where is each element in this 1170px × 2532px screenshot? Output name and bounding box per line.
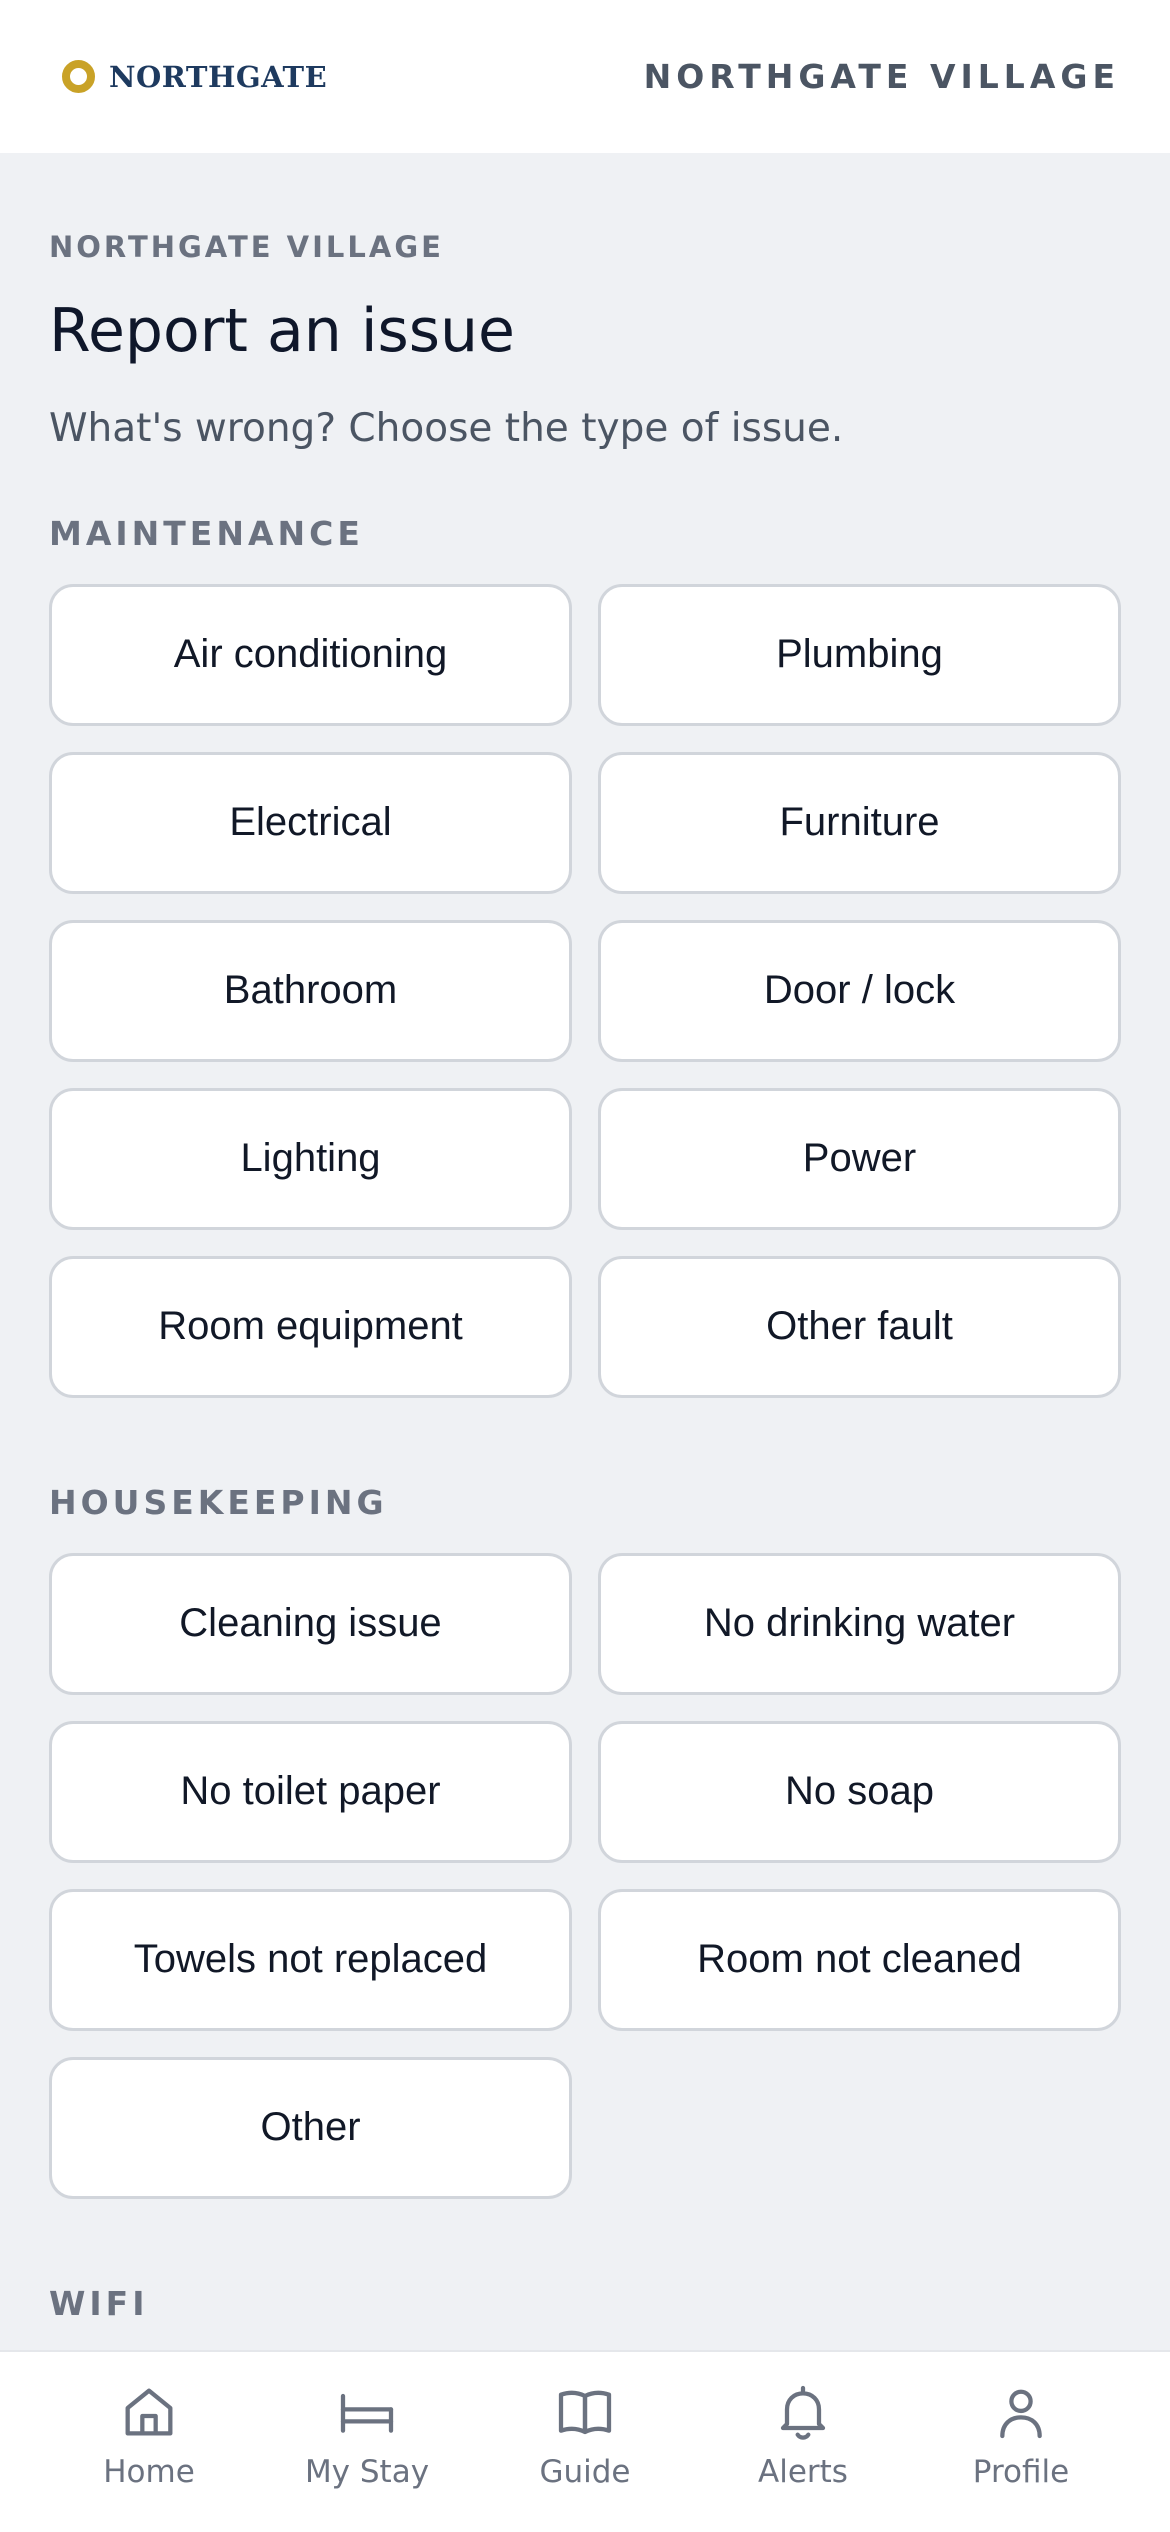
nav-label-home: Home <box>103 2454 195 2490</box>
issue-option-no-toilet-paper[interactable]: No toilet paper <box>49 1720 572 1863</box>
home-icon <box>125 2388 173 2436</box>
bed-icon <box>340 2393 394 2433</box>
issue-option-no-drinking-water[interactable]: No drinking water <box>598 1552 1121 1695</box>
issue-option-room-equipment[interactable]: Room equipment <box>49 1255 572 1398</box>
logo-ring-icon <box>62 60 95 93</box>
housekeeping-options-grid: Cleaning issue No drinking water No toil… <box>49 1552 1121 2199</box>
issue-option-plumbing[interactable]: Plumbing <box>598 583 1121 726</box>
issue-option-electrical[interactable]: Electrical <box>49 751 572 894</box>
nav-label-guide: Guide <box>539 2454 631 2490</box>
issue-option-bathroom[interactable]: Bathroom <box>49 919 572 1062</box>
issue-option-towels-not-replaced[interactable]: Towels not replaced <box>49 1888 572 2031</box>
nav-item-my-stay[interactable]: My Stay <box>277 2352 457 2490</box>
issue-option-air-conditioning[interactable]: Air conditioning <box>49 583 572 726</box>
brand-logo[interactable]: NORTHGATE <box>62 60 327 94</box>
logo-text: NORTHGATE <box>109 59 328 94</box>
nav-item-alerts[interactable]: Alerts <box>713 2352 893 2490</box>
nav-label-alerts: Alerts <box>758 2454 848 2490</box>
app-header: NORTHGATE NORTHGATE VILLAGE <box>0 0 1170 153</box>
issue-option-lighting[interactable]: Lighting <box>49 1087 572 1230</box>
issue-option-other[interactable]: Other <box>49 2056 572 2199</box>
issue-option-cleaning-issue[interactable]: Cleaning issue <box>49 1552 572 1695</box>
page-eyebrow: NORTHGATE VILLAGE <box>49 230 444 264</box>
bell-icon <box>780 2385 826 2440</box>
nav-item-profile[interactable]: Profile <box>931 2352 1111 2490</box>
section-label-wifi: WIFI <box>49 2283 149 2323</box>
nav-label-profile: Profile <box>972 2454 1070 2490</box>
issue-option-door-lock[interactable]: Door / lock <box>598 919 1121 1062</box>
page-subtitle: What's wrong? Choose the type of issue. <box>49 406 844 451</box>
main-content[interactable]: NORTHGATE VILLAGE Report an issue What's… <box>0 153 1170 2350</box>
section-label-maintenance: MAINTENANCE <box>49 513 364 553</box>
maintenance-options-grid: Air conditioning Plumbing Electrical Fur… <box>49 583 1121 1398</box>
issue-option-no-soap[interactable]: No soap <box>598 1720 1121 1863</box>
section-label-housekeeping: HOUSEKEEPING <box>49 1482 388 1522</box>
issue-option-other-fault[interactable]: Other fault <box>598 1255 1121 1398</box>
app-root: NORTHGATE NORTHGATE VILLAGE NORTHGATE VI… <box>0 0 1170 2532</box>
nav-label-my-stay: My Stay <box>304 2454 430 2490</box>
issue-option-power[interactable]: Power <box>598 1087 1121 1230</box>
issue-option-furniture[interactable]: Furniture <box>598 751 1121 894</box>
issue-option-room-not-cleaned[interactable]: Room not cleaned <box>598 1888 1121 2031</box>
nav-item-guide[interactable]: Guide <box>495 2352 675 2490</box>
header-property-name: NORTHGATE VILLAGE <box>643 57 1120 96</box>
nav-item-home[interactable]: Home <box>59 2352 239 2490</box>
book-open-icon <box>558 2390 612 2435</box>
user-icon <box>1000 2389 1042 2439</box>
page-title: Report an issue <box>49 296 515 366</box>
bottom-nav: Home My Stay Guide Alerts Profile <box>0 2350 1170 2532</box>
